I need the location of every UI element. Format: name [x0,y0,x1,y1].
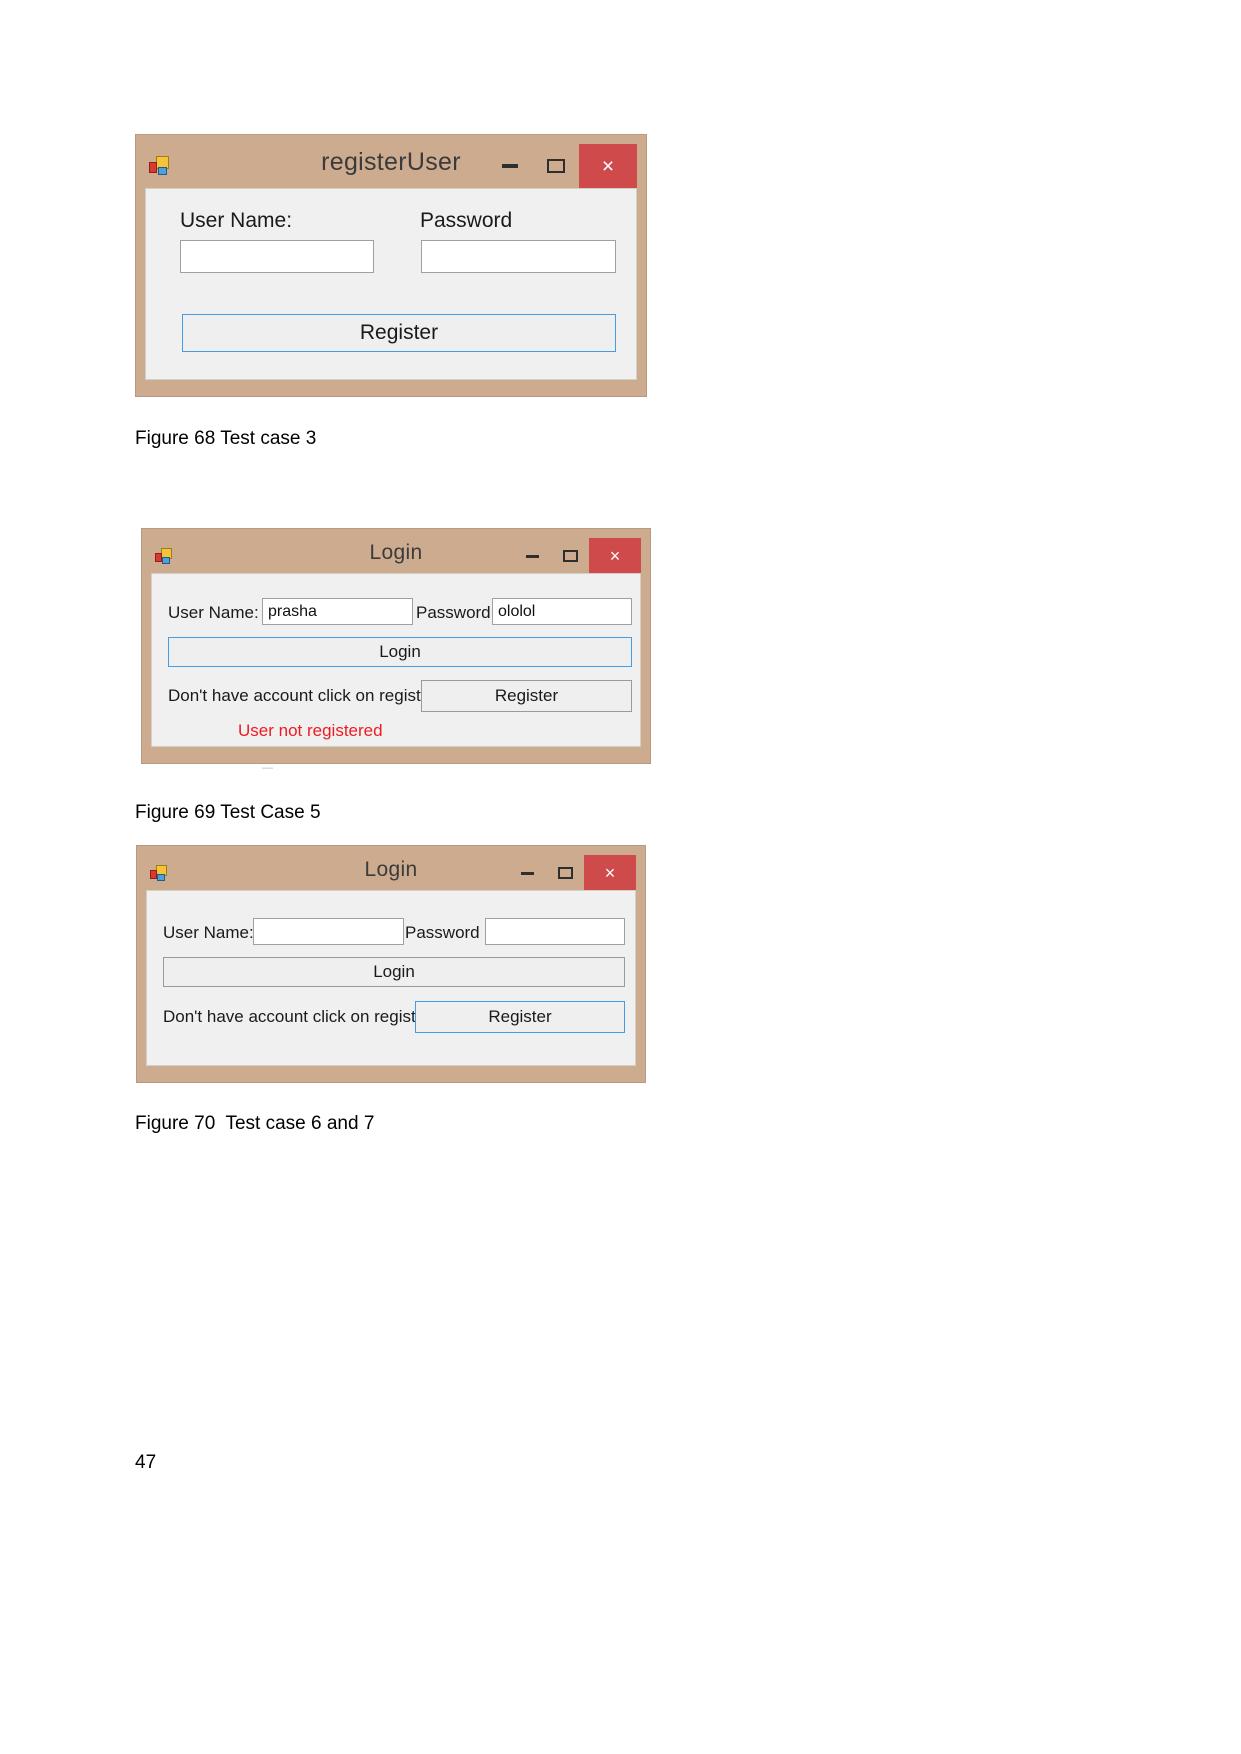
window-frame: Login × User Name: Password Login Don't … [137,846,645,1082]
caption-button-group: × [487,144,637,188]
stray-artifact: — [262,762,273,774]
close-icon: × [604,863,616,883]
figure-caption-69: Figure 69 Test Case 5 [135,802,321,823]
figure-caption-70: Figure 70 Test case 6 and 7 [135,1113,375,1134]
form-client-area: User Name: Password Login Don't have acc… [146,890,636,1066]
maximize-button[interactable] [546,855,584,891]
username-label: User Name: [168,603,259,622]
register-button[interactable]: Register [182,314,616,352]
close-icon: × [601,154,615,178]
title-bar[interactable]: Login × [151,538,641,574]
minimize-icon [520,871,534,875]
window-frame: registerUser × User Name: Password Regis… [136,135,646,396]
close-button[interactable]: × [579,144,637,188]
login-button[interactable]: Login [168,637,632,667]
winforms-app-icon [150,864,168,882]
window-frame: Login × User Name: prasha Password ololo… [142,529,650,763]
password-input[interactable]: ololol [492,598,632,625]
minimize-icon [502,164,518,168]
username-input[interactable] [253,918,404,945]
form-client-area: User Name: Password Register [145,188,637,380]
window-login-filled[interactable]: Login × User Name: prasha Password ololo… [141,528,651,764]
maximize-icon [562,550,578,562]
winforms-app-icon [155,547,173,565]
maximize-icon [547,159,565,173]
window-login-empty[interactable]: Login × User Name: Password Login Don't … [136,845,646,1083]
winforms-app-icon [149,155,171,177]
minimize-button[interactable] [487,144,533,188]
password-label: Password [405,923,480,942]
figure-caption-68: Figure 68 Test case 3 [135,428,317,449]
caption-button-group: × [513,538,641,574]
maximize-button[interactable] [533,144,579,188]
register-hint-label: Don't have account click on register [168,686,436,705]
minimize-icon [525,554,539,558]
maximize-button[interactable] [551,538,589,574]
status-message: User not registered [238,721,383,740]
close-button[interactable]: × [584,855,636,891]
username-input[interactable]: prasha [262,598,413,625]
username-label: User Name: [180,209,293,232]
login-button[interactable]: Login [163,957,625,987]
window-register-user[interactable]: registerUser × User Name: Password Regis… [135,134,647,397]
title-bar[interactable]: Login × [146,855,636,891]
maximize-icon [557,867,573,879]
form-client-area: User Name: prasha Password ololol Login … [151,573,641,747]
password-label: Password [420,209,513,232]
password-input[interactable] [421,240,616,273]
register-hint-label: Don't have account click on register [163,1007,431,1026]
password-label: Password [416,603,491,622]
title-bar[interactable]: registerUser × [145,144,637,188]
password-input[interactable] [485,918,625,945]
close-button[interactable]: × [589,538,641,574]
page-number: 47 [135,1452,157,1473]
register-button[interactable]: Register [421,680,632,712]
register-button[interactable]: Register [415,1001,625,1033]
username-input[interactable] [180,240,374,273]
minimize-button[interactable] [513,538,551,574]
minimize-button[interactable] [508,855,546,891]
caption-button-group: × [508,855,636,891]
document-page: registerUser × User Name: Password Regis… [0,0,1241,1754]
close-icon: × [609,546,621,566]
username-label: User Name: [163,923,254,942]
